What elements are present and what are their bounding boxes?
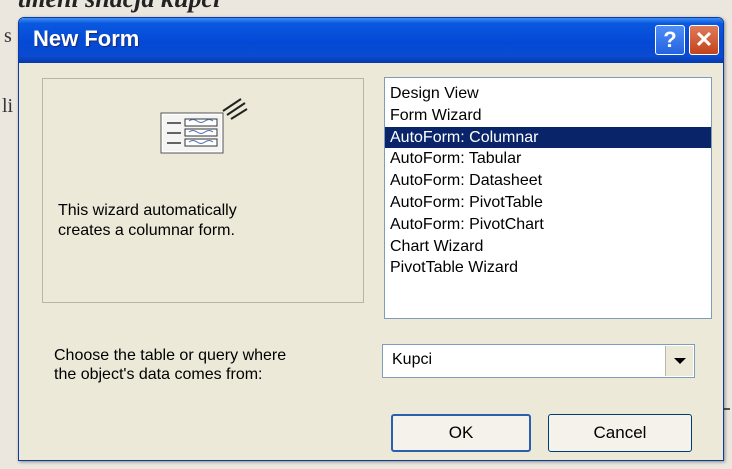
list-item[interactable]: Chart Wizard <box>385 236 711 258</box>
ok-button[interactable]: OK <box>391 414 531 452</box>
title-bar[interactable]: New Form ? ✕ <box>19 18 723 63</box>
list-item[interactable]: AutoForm: Columnar <box>385 126 711 149</box>
background-letter: s <box>4 25 12 47</box>
new-form-dialog: New Form ? ✕ This wizard automatically c… <box>18 17 724 461</box>
source-table-combo[interactable]: Kupci <box>382 344 695 378</box>
choose-source-label: Choose the table or query where the obje… <box>54 347 287 383</box>
help-button[interactable]: ? <box>655 25 685 55</box>
list-item[interactable]: AutoForm: Datasheet <box>385 170 711 192</box>
list-item[interactable]: AutoForm: PivotChart <box>385 214 711 236</box>
combo-value: Kupci <box>392 351 433 368</box>
list-item[interactable]: AutoForm: PivotTable <box>385 192 711 214</box>
list-item[interactable]: AutoForm: Tabular <box>385 148 711 170</box>
list-item[interactable]: PivotTable Wizard <box>385 257 711 279</box>
cancel-button[interactable]: Cancel <box>548 414 692 452</box>
preview-panel: This wizard automatically creates a colu… <box>42 78 364 303</box>
dropdown-button[interactable] <box>665 346 693 376</box>
wizard-description: This wizard automatically creates a colu… <box>58 202 237 239</box>
background-heading: tmeni snacja kupci <box>18 0 220 14</box>
cancel-label: Cancel <box>593 423 647 442</box>
dialog-body: This wizard automatically creates a colu… <box>19 63 723 460</box>
chevron-down-icon <box>673 358 686 364</box>
question-mark-icon: ? <box>663 27 677 52</box>
list-item[interactable]: Form Wizard <box>385 105 711 127</box>
ok-label: OK <box>448 423 474 442</box>
close-icon: ✕ <box>694 27 714 52</box>
background-letter: li <box>2 95 14 117</box>
close-button[interactable]: ✕ <box>689 25 719 55</box>
form-type-list[interactable]: Design View Form Wizard AutoForm: Columnar… <box>384 77 712 319</box>
form-wizard-icon <box>149 97 249 157</box>
dialog-title: New Form <box>33 26 140 51</box>
list-item[interactable]: Design View <box>385 83 711 105</box>
